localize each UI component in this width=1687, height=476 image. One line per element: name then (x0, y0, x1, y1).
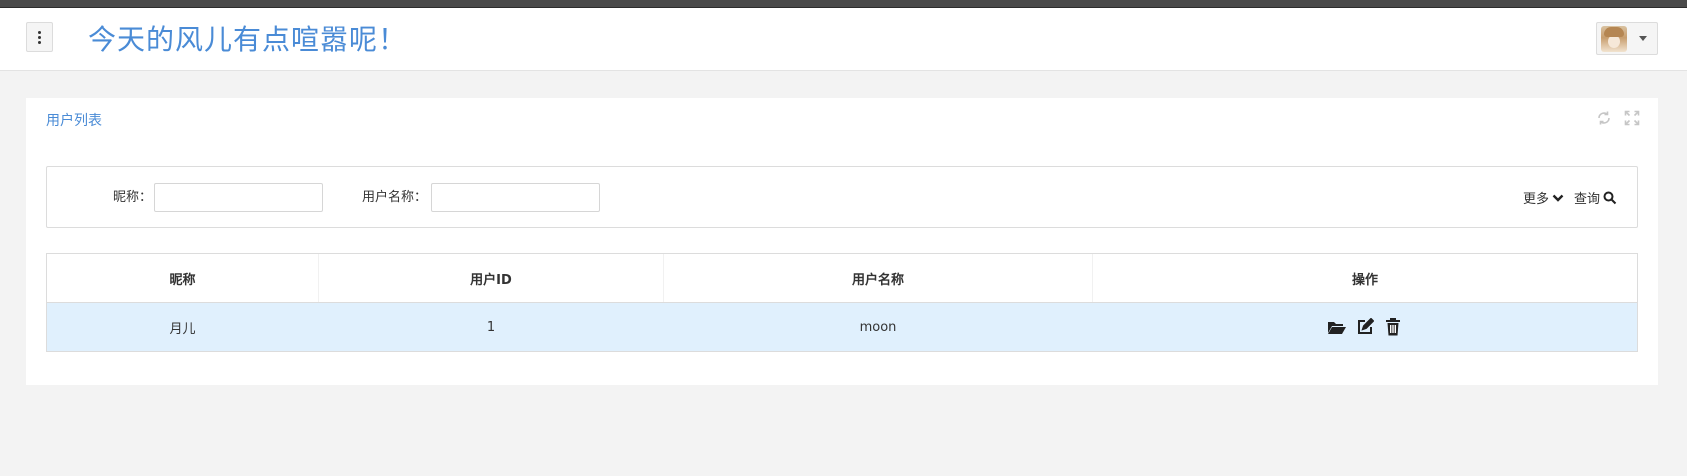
column-header-user-id[interactable]: 用户ID (319, 254, 664, 302)
username-input[interactable] (431, 183, 600, 212)
table-row[interactable]: 月儿 1 moon (47, 303, 1637, 352)
cell-nickname: 月儿 (169, 321, 196, 337)
folder-open-icon[interactable] (1327, 318, 1347, 336)
vertical-ellipsis-icon (38, 30, 41, 44)
more-filters-button[interactable]: 更多 (1523, 188, 1564, 207)
user-list-panel: 用户列表 昵称： 用户名称： 更多 查询 昵称 用户ID 用户名称 操作 月儿 … (26, 98, 1658, 385)
sidebar-toggle-button[interactable] (26, 22, 53, 52)
query-label: 查询 (1573, 192, 1600, 207)
column-header-username[interactable]: 用户名称 (664, 254, 1093, 302)
nickname-input[interactable] (154, 183, 323, 212)
search-actions: 更多 查询 (1523, 188, 1617, 207)
refresh-icon[interactable] (1596, 110, 1612, 126)
search-icon (1603, 191, 1617, 204)
column-header-actions: 操作 (1351, 272, 1378, 288)
table-header-row: 昵称 用户ID 用户名称 操作 (47, 254, 1637, 303)
cell-user-id: 1 (486, 319, 496, 335)
edit-icon[interactable] (1355, 318, 1375, 336)
row-action-icons (1327, 318, 1403, 336)
trash-icon[interactable] (1383, 318, 1403, 336)
fullscreen-icon[interactable] (1624, 110, 1640, 126)
column-header-nickname[interactable]: 昵称 (47, 254, 319, 302)
user-table: 昵称 用户ID 用户名称 操作 月儿 1 moon (46, 253, 1638, 352)
top-header: 今天的风儿有点喧嚣呢！ (0, 8, 1687, 71)
more-label: 更多 (1522, 192, 1549, 207)
chevron-down-icon (1552, 194, 1564, 202)
avatar (1601, 25, 1627, 52)
site-title: 今天的风儿有点喧嚣呢！ (88, 23, 408, 56)
username-label: 用户名称： (362, 190, 428, 205)
panel-tools (1596, 110, 1640, 126)
window-top-strip (0, 0, 1687, 8)
query-button[interactable]: 查询 (1574, 188, 1617, 207)
search-form: 昵称： 用户名称： 更多 查询 (46, 166, 1638, 228)
user-menu-button[interactable] (1596, 22, 1658, 55)
nickname-label: 昵称： (113, 190, 153, 205)
panel-title: 用户列表 (46, 113, 102, 129)
cell-actions (1093, 303, 1637, 351)
cell-username: moon (859, 319, 897, 335)
caret-down-icon (1639, 36, 1647, 41)
